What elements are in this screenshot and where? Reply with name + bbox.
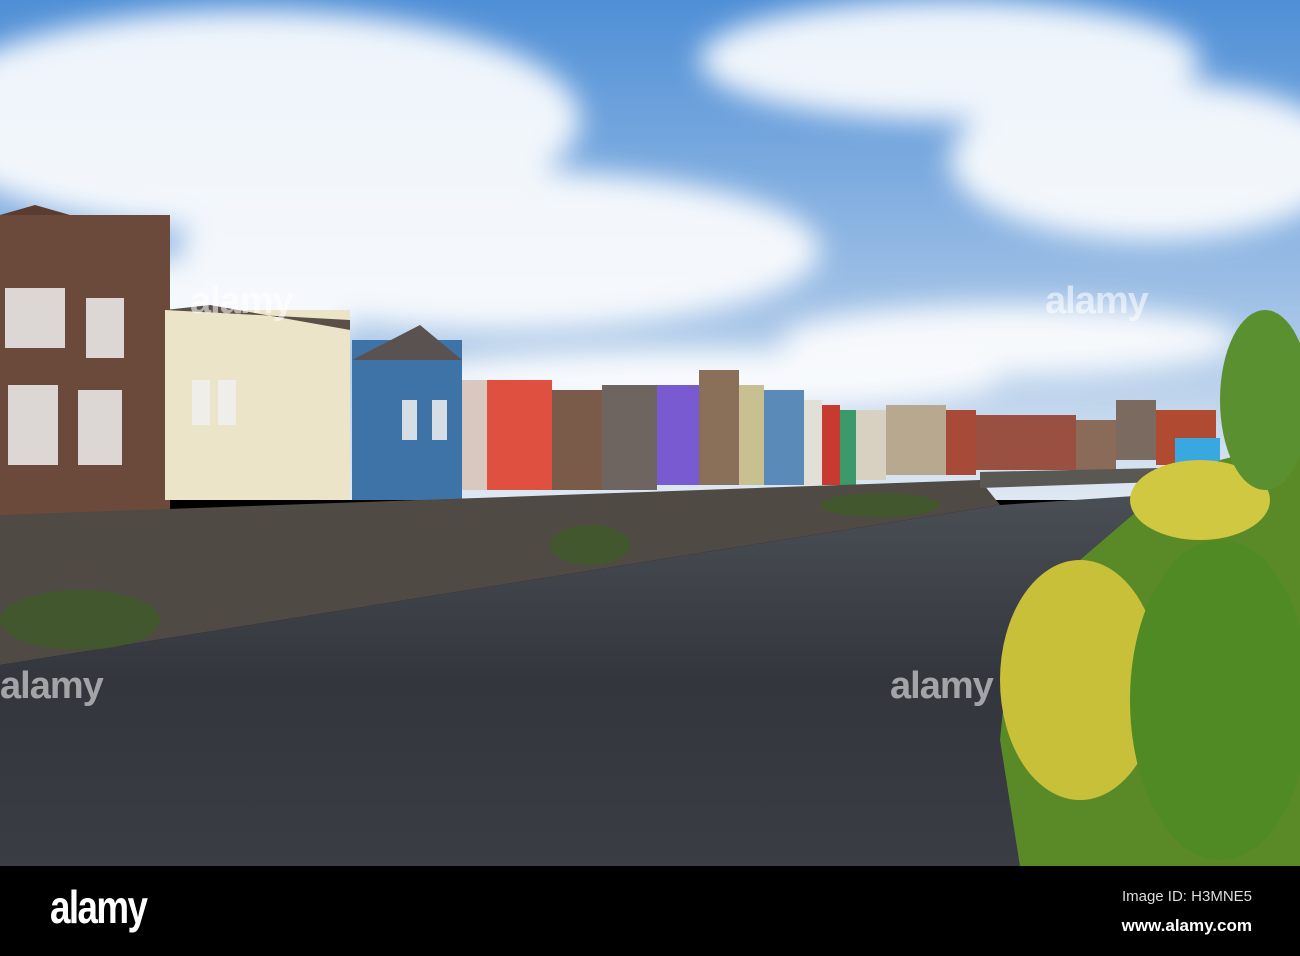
watermark: alamy <box>1045 280 1149 322</box>
river-street-photo <box>0 0 1300 866</box>
image-id: Image ID: H3MNE5 <box>1121 888 1252 905</box>
stock-photo-page: alamy alamy alamy alamy alamy Image ID: … <box>0 0 1300 956</box>
watermark: alamy <box>0 665 104 707</box>
website-link[interactable]: www.alamy.com <box>1122 916 1252 936</box>
watermark: alamy <box>890 665 994 707</box>
watermark: alamy <box>190 280 294 322</box>
alamy-logo: alamy <box>50 881 148 933</box>
footer-bar: alamy Image ID: H3MNE5 www.alamy.com <box>0 866 1300 956</box>
